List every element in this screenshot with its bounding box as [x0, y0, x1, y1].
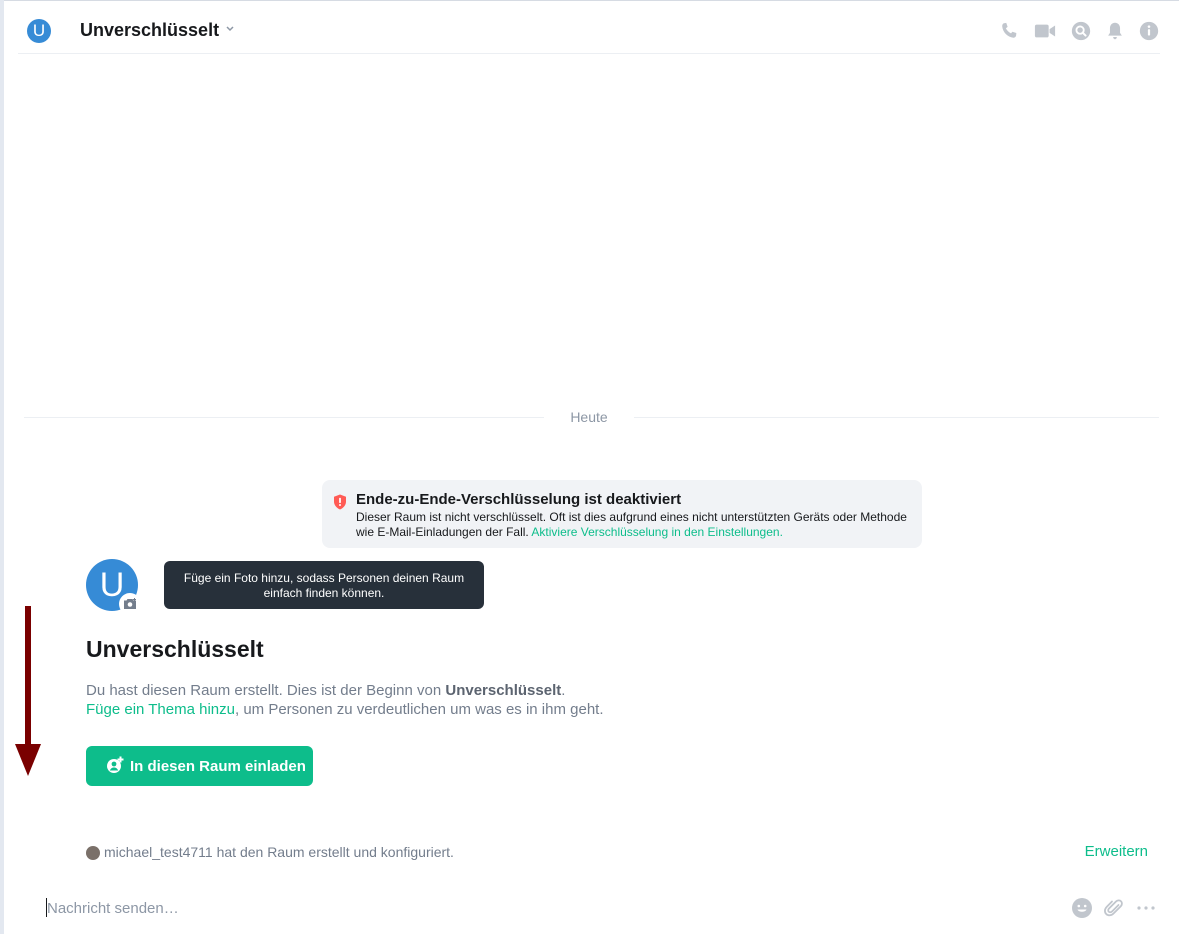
add-topic-link[interactable]: Füge ein Thema hinzu — [86, 701, 235, 718]
separator-line — [634, 417, 1159, 418]
room-name[interactable]: Unverschlüsselt — [80, 20, 219, 41]
more-options-icon[interactable] — [1135, 897, 1157, 919]
invite-button[interactable]: In diesen Raum einladen — [86, 746, 313, 786]
encryption-notice: Ende-zu-Ende-Verschlüsselung ist deaktiv… — [322, 480, 922, 548]
avatar-tooltip: Füge ein Foto hinzu, sodass Personen dei… — [164, 561, 484, 609]
room-name-bold: Unverschlüsselt — [445, 682, 562, 699]
top-border — [0, 0, 1179, 1]
phone-icon[interactable] — [998, 20, 1020, 42]
left-panel-edge — [0, 0, 4, 934]
info-icon[interactable] — [1138, 20, 1160, 42]
camera-icon — [124, 598, 136, 609]
annotation-arrow — [15, 606, 41, 776]
expand-events-link[interactable]: Erweitern — [1085, 843, 1148, 860]
search-icon[interactable] — [1070, 20, 1092, 42]
encryption-notice-description: Dieser Raum ist nicht verschlüsselt. Oft… — [356, 510, 907, 539]
attachment-icon[interactable] — [1103, 897, 1125, 919]
message-input[interactable] — [47, 898, 1047, 918]
room-header: U Unverschlüsselt — [18, 8, 1160, 54]
room-intro-title: Unverschlüsselt — [86, 636, 264, 662]
room-avatar[interactable]: U — [27, 19, 51, 43]
creator-avatar[interactable] — [86, 846, 100, 860]
emoji-icon[interactable] — [1071, 897, 1093, 919]
room-intro-text: Du hast diesen Raum erstellt. Dies ist d… — [86, 682, 604, 718]
invite-button-label: In diesen Raum einladen — [130, 758, 306, 775]
chevron-down-icon[interactable] — [224, 22, 236, 34]
bell-icon[interactable] — [1104, 20, 1126, 42]
shield-warning-icon — [334, 494, 346, 510]
date-label: Heute — [570, 409, 608, 425]
room-creation-summary: michael_test4711 hat den Raum erstellt u… — [104, 844, 454, 860]
header-actions — [998, 20, 1160, 42]
separator-line — [24, 417, 544, 418]
enable-encryption-link[interactable]: Aktiviere Verschlüsselung in den Einstel… — [531, 525, 782, 539]
date-separator: Heute — [24, 408, 1159, 428]
composer-actions — [1071, 897, 1157, 919]
add-user-icon — [107, 756, 124, 773]
upload-avatar-button[interactable] — [119, 593, 141, 615]
encryption-notice-title: Ende-zu-Ende-Verschlüsselung ist deaktiv… — [356, 491, 682, 508]
video-icon[interactable] — [1032, 20, 1058, 42]
